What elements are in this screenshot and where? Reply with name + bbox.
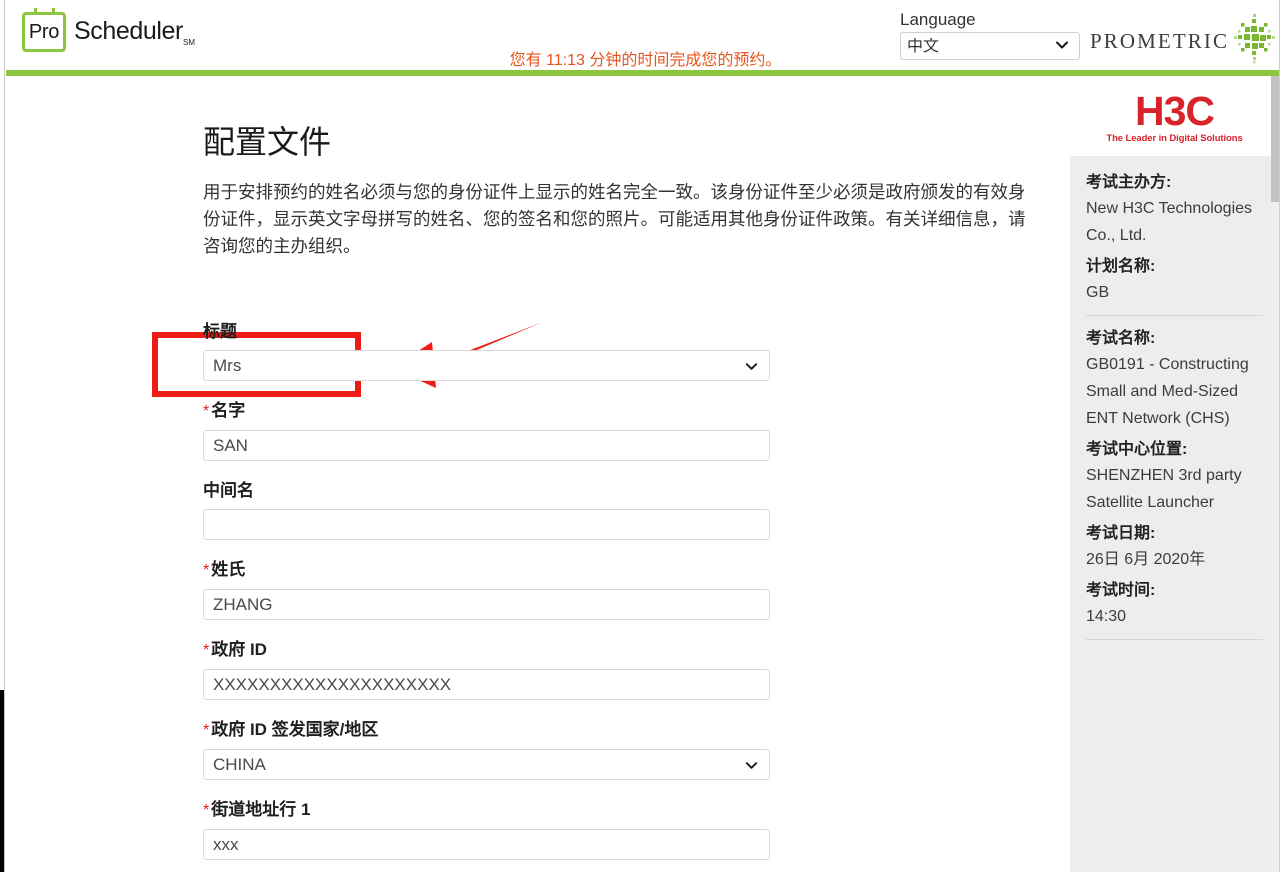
info-label-test-center: 考试中心位置: — [1086, 441, 1188, 458]
info-label-exam-time: 考试时间: — [1086, 582, 1156, 599]
required-asterisk: * — [203, 562, 210, 579]
field-label-government-id-country: * 政府 ID 签发国家/地区 — [203, 718, 773, 743]
exam-info-list: 考试主办方: New H3C Technologies Co., Ltd. 计划… — [1070, 156, 1279, 640]
field-government-id: * 政府 ID — [203, 638, 773, 700]
info-item-sponsor: 考试主办方: New H3C Technologies Co., Ltd. — [1086, 170, 1263, 249]
page-title: 配置文件 — [203, 124, 332, 160]
info-item-exam-date: 考试日期: 26日 6月 2020年 — [1086, 521, 1263, 573]
field-label-first-name-text: 名字 — [211, 401, 246, 420]
select-wrap-title: Mrs — [203, 350, 773, 381]
info-value-sponsor: New H3C Technologies Co., Ltd. — [1086, 200, 1253, 244]
government-id-country-select[interactable]: CHINA — [203, 749, 770, 780]
info-label-exam-name: 考试名称: — [1086, 330, 1156, 347]
sidebar-divider — [1086, 315, 1263, 316]
info-label-program: 计划名称: — [1086, 258, 1156, 275]
info-item-test-center: 考试中心位置: SHENZHEN 3rd party Satellite Lau… — [1086, 437, 1263, 516]
sidebar-divider — [1086, 639, 1263, 640]
page-scrollbar-thumb[interactable] — [1271, 76, 1279, 202]
field-street-address-1: * 街道地址行 1 — [203, 798, 773, 860]
window-right-edge — [1279, 0, 1287, 872]
main-content: 配置文件 用于安排预约的姓名必须与您的身份证件上显示的姓名完全一致。该身份证件至… — [6, 76, 1070, 872]
field-title: 标题 Mrs — [203, 320, 773, 381]
info-value-program: GB — [1086, 284, 1110, 301]
brand-servicemark: SM — [182, 38, 195, 47]
field-middle-name: 中间名 — [203, 479, 773, 540]
field-first-name: * 名字 — [203, 399, 773, 461]
brand-pro-text: Pro — [28, 21, 60, 43]
info-value-exam-name: GB0191 - Constructing Small and Med-Size… — [1086, 356, 1249, 427]
first-name-input[interactable] — [203, 430, 770, 461]
calendar-badge-icon: Pro — [22, 8, 66, 52]
field-label-title-text: 标题 — [203, 322, 237, 341]
info-item-program: 计划名称: GB — [1086, 254, 1263, 306]
profile-instructions: 用于安排预约的姓名必须与您的身份证件上显示的姓名完全一致。该身份证件至少必须是政… — [203, 182, 1026, 256]
info-value-exam-date: 26日 6月 2020年 — [1086, 551, 1206, 568]
window-left-edge-dark — [0, 690, 4, 872]
info-label-sponsor: 考试主办方: — [1086, 174, 1172, 191]
h3c-tagline: The Leader in Digital Solutions — [1106, 132, 1243, 144]
info-label-exam-date: 考试日期: — [1086, 525, 1156, 542]
info-value-test-center: SHENZHEN 3rd party Satellite Launcher — [1086, 467, 1242, 511]
profile-form: 标题 Mrs *名字 中间名 — [203, 320, 773, 872]
title-select[interactable]: Mrs — [203, 350, 770, 381]
field-label-government-id: * 政府 ID — [203, 638, 773, 663]
language-label: Language — [900, 10, 976, 29]
field-label-last-name-text: 姓氏 — [211, 560, 246, 579]
appointment-timer-message: 您有 11:13 分钟的时间完成您的预约。 — [509, 52, 782, 69]
field-label-government-id-text: 政府 ID — [211, 640, 267, 659]
field-label-street-address-1: * 街道地址行 1 — [203, 798, 773, 823]
field-label-government-id-country-text: 政府 ID 签发国家/地区 — [211, 720, 379, 739]
last-name-input[interactable] — [203, 589, 770, 620]
field-label-last-name: * 姓氏 — [203, 558, 773, 583]
select-wrap-government-id-country: CHINA — [203, 749, 773, 780]
field-label-middle-name-text: 中间名 — [203, 481, 254, 500]
required-asterisk: * — [203, 642, 210, 659]
pro-scheduler-logo[interactable]: Pro SchedulerSM — [22, 8, 195, 52]
info-item-exam-time: 考试时间: 14:30 — [1086, 578, 1263, 630]
field-label-middle-name: 中间名 — [203, 479, 773, 503]
exam-info-sidebar: H3C The Leader in Digital Solutions 考试主办… — [1070, 76, 1279, 872]
field-label-title: 标题 — [203, 320, 773, 344]
required-asterisk: * — [203, 802, 210, 819]
h3c-wordmark: H3C — [1134, 87, 1215, 134]
h3c-logo: H3C The Leader in Digital Solutions — [1070, 76, 1279, 156]
info-value-exam-time: 14:30 — [1086, 608, 1127, 625]
field-last-name: * 姓氏 — [203, 558, 773, 620]
info-item-exam-name: 考试名称: GB0191 - Constructing Small and Me… — [1086, 326, 1263, 432]
field-label-street-address-1-text: 街道地址行 1 — [211, 800, 311, 819]
field-label-first-name: * 名字 — [203, 399, 773, 424]
page-header: Pro SchedulerSM Language 中文 PROMETRIC 您有… — [6, 0, 1279, 70]
street-address-1-input[interactable] — [203, 829, 770, 860]
government-id-input[interactable] — [203, 669, 770, 700]
field-government-id-country: * 政府 ID 签发国家/地区 CHINA — [203, 718, 773, 780]
middle-name-input[interactable] — [203, 509, 770, 540]
brand-scheduler-text: SchedulerSM — [74, 17, 195, 47]
required-asterisk: * — [203, 403, 210, 420]
required-asterisk: * — [203, 722, 210, 739]
